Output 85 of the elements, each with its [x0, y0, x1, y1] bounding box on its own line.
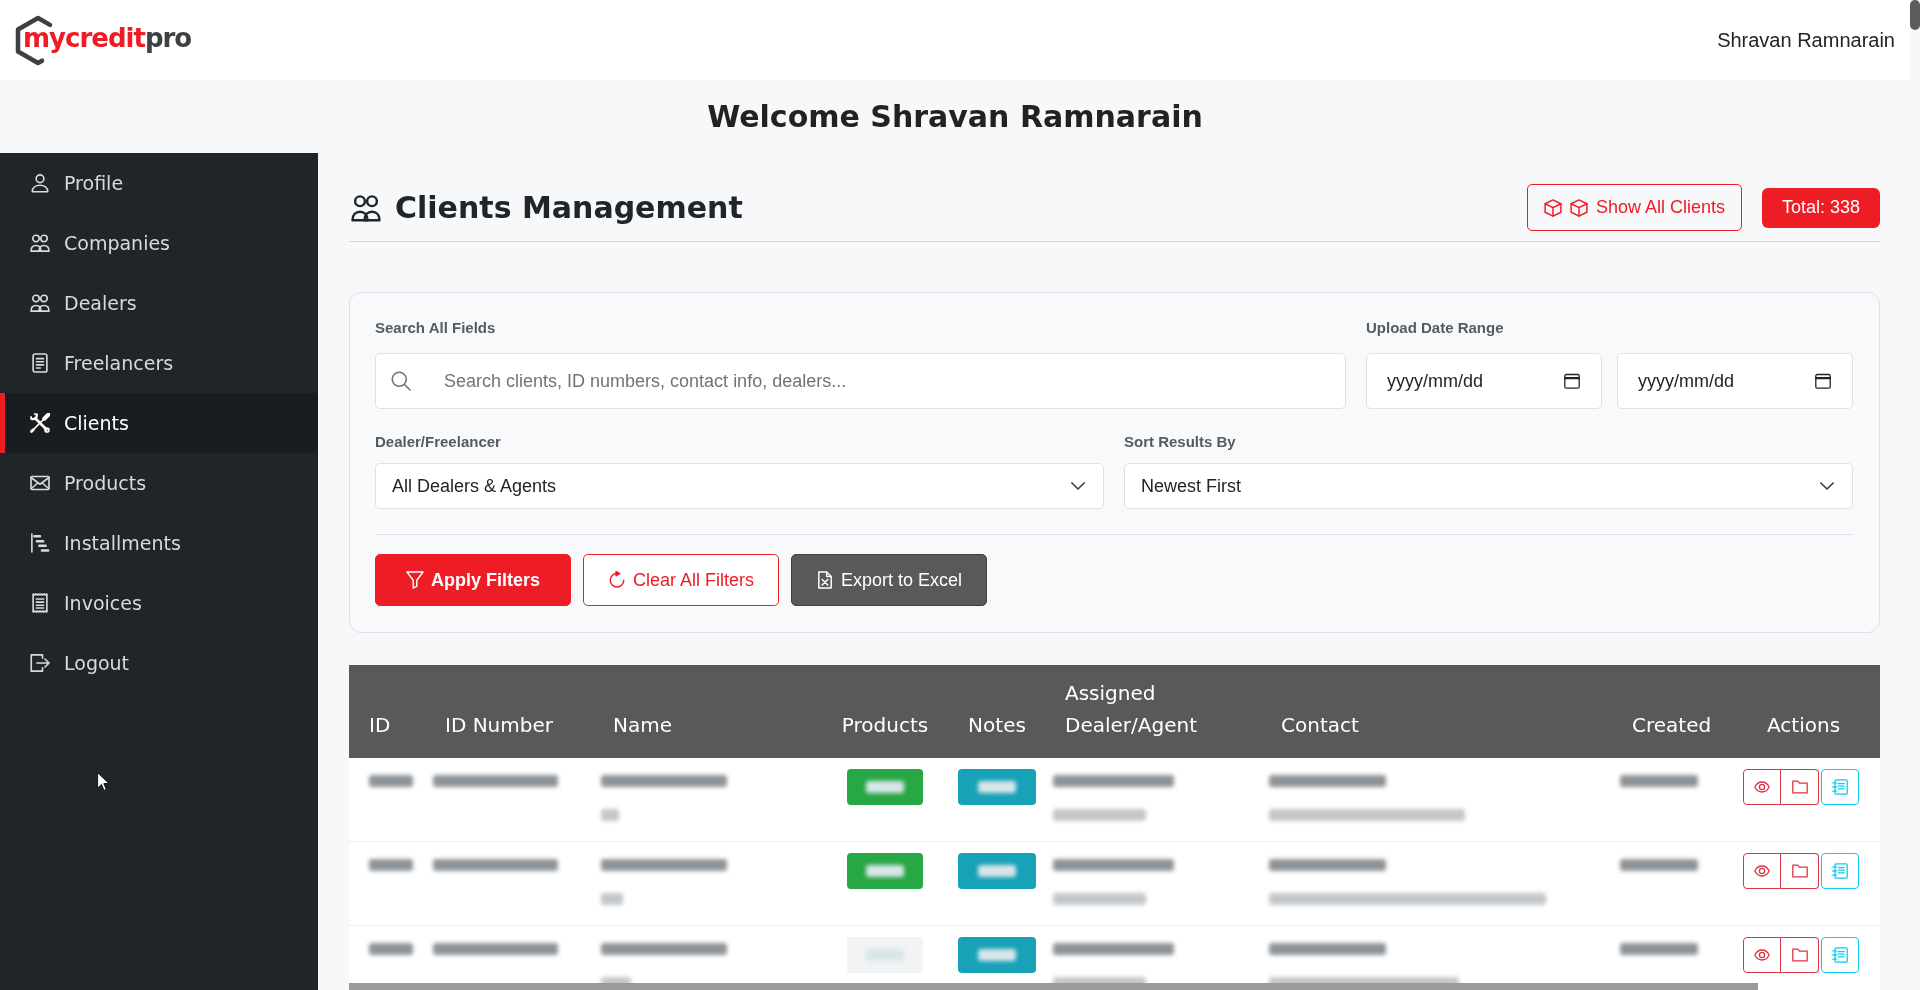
blurred-text [601, 809, 619, 821]
user-name: Shravan Ramnarain [1717, 28, 1895, 52]
blurred-text [866, 781, 904, 793]
mouse-pointer-icon [97, 772, 109, 791]
sidebar-item[interactable]: Profile [0, 153, 318, 213]
notebook-icon [1832, 947, 1848, 963]
view-button[interactable] [1743, 853, 1781, 889]
view-button[interactable] [1743, 937, 1781, 973]
folder-button[interactable] [1781, 769, 1819, 805]
apply-button[interactable]: Apply Filters [375, 554, 571, 606]
blurred-text [369, 775, 413, 787]
column-header: Name [612, 712, 673, 739]
logo[interactable]: mycreditpro [15, 14, 192, 66]
person-icon [30, 173, 50, 193]
sidebar-item[interactable]: Clients [0, 393, 318, 453]
envelope-icon [30, 473, 50, 493]
total-badge: Total: 338 [1761, 187, 1880, 228]
view-button[interactable] [1743, 769, 1781, 805]
column-header: Notes [967, 712, 1027, 739]
blurred-text [601, 893, 623, 905]
column-header: Contact [1280, 712, 1360, 739]
cube-icon [1569, 198, 1588, 217]
search-field[interactable]: Search clients, ID numbers, contact info, dealers... [375, 353, 1346, 409]
document-icon [30, 353, 50, 373]
calendar-icon [1815, 373, 1831, 389]
search-icon [391, 371, 411, 391]
folder-button[interactable] [1781, 937, 1819, 973]
receipt-icon [30, 593, 50, 613]
column-header: Products [840, 712, 930, 739]
folder-icon [1791, 779, 1808, 795]
chevron-down-icon [1071, 479, 1085, 493]
calendar-icon [1564, 373, 1580, 389]
eye-icon [1754, 947, 1770, 963]
tools-icon [30, 413, 50, 433]
reload-icon [608, 571, 626, 589]
dropdown-select[interactable]: All Dealers & Agents [375, 463, 1104, 509]
clear-button[interactable]: Clear All Filters [583, 554, 779, 606]
sidebar-item[interactable]: Logout [0, 633, 318, 693]
blurred-text [978, 781, 1016, 793]
date-field[interactable]: yyyy/mm/dd [1366, 353, 1602, 409]
logout-icon [30, 653, 50, 673]
field-label: Search All Fields [375, 318, 497, 338]
spreadsheet-file-icon [815, 571, 834, 589]
chevron-down-icon [1820, 479, 1834, 493]
field-label: Sort Results By [1124, 432, 1237, 452]
sidebar-item[interactable]: Installments [0, 513, 318, 573]
column-header: ID Number [444, 712, 554, 739]
funnel-icon [406, 571, 424, 589]
blurred-text [866, 865, 904, 877]
folder-icon [1791, 947, 1808, 963]
blurred-text [866, 949, 904, 961]
folder-icon [1791, 863, 1808, 879]
stepped-bars-icon [30, 533, 50, 553]
scrollbar-thumb[interactable] [349, 983, 1758, 990]
field-label: Upload Date Range [1366, 318, 1505, 338]
field-label: Dealer/Freelancer [375, 432, 502, 452]
eye-icon [1754, 779, 1770, 795]
people-icon [30, 293, 50, 313]
cube-icon [1543, 198, 1562, 217]
column-header: Created [1631, 712, 1713, 739]
column-header: ID [368, 712, 392, 739]
scrollbar-thumb[interactable] [1910, 0, 1920, 30]
page-title: Clients Management [395, 190, 743, 225]
column-header: Assigned Dealer/Agent [1064, 680, 1198, 739]
people-icon [30, 233, 50, 253]
sidebar-item[interactable]: Freelancers [0, 333, 318, 393]
blurred-text [978, 949, 1016, 961]
folder-button[interactable] [1781, 853, 1819, 889]
dropdown-select[interactable]: Newest First [1124, 463, 1853, 509]
blurred-text [369, 859, 413, 871]
show-all-button[interactable]: Show All Clients [1526, 184, 1742, 231]
export-button[interactable]: Export to Excel [791, 554, 987, 606]
sidebar-item[interactable]: Products [0, 453, 318, 513]
people-icon [349, 192, 383, 223]
notebook-icon [1832, 863, 1848, 879]
welcome-heading: Welcome Shravan Ramnarain [707, 99, 1203, 134]
sidebar-item[interactable]: Dealers [0, 273, 318, 333]
blurred-text [369, 943, 413, 955]
notebook-icon [1832, 779, 1848, 795]
column-header: Actions [1766, 712, 1842, 739]
blurred-text [978, 865, 1016, 877]
sidebar-item[interactable]: Invoices [0, 573, 318, 633]
date-field[interactable]: yyyy/mm/dd [1617, 353, 1853, 409]
sidebar-item[interactable]: Companies [0, 213, 318, 273]
eye-icon [1754, 863, 1770, 879]
